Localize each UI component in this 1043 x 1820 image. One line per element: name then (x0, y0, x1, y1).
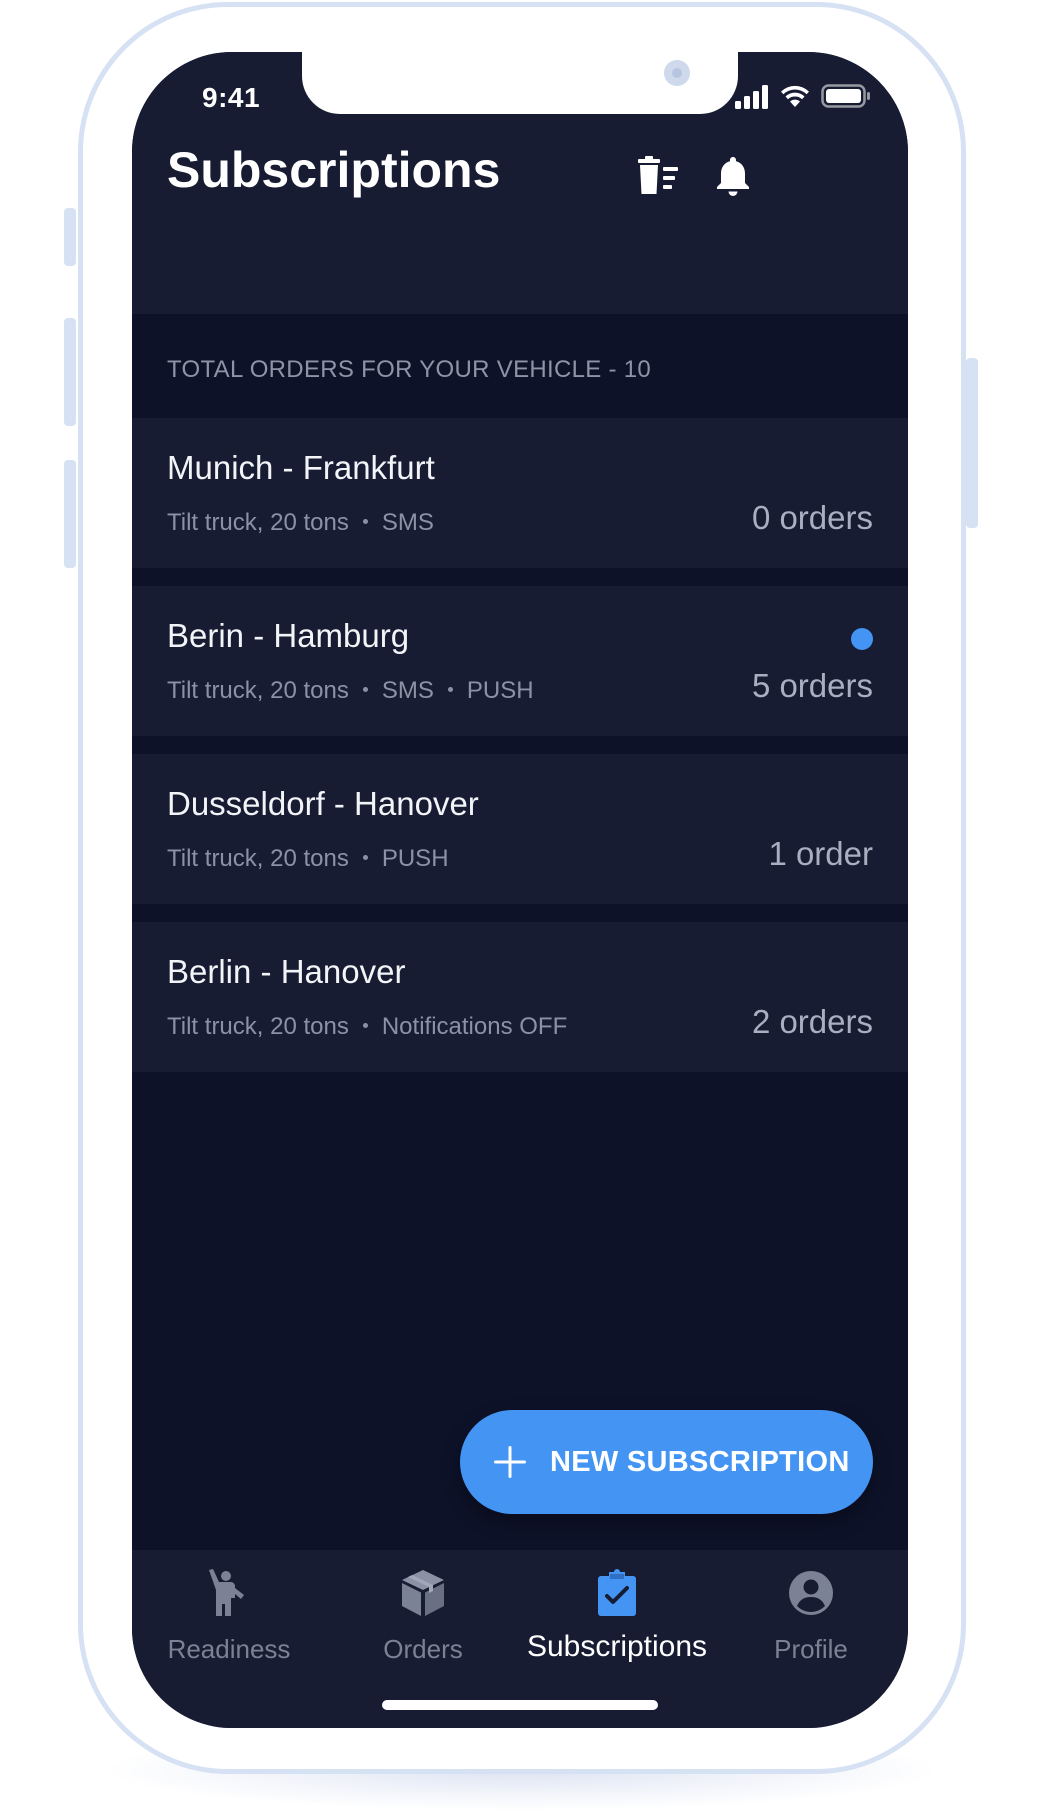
subscription-vehicle: Tilt truck, 20 tons (167, 677, 349, 704)
device-notch (302, 52, 738, 114)
subscription-route: Dusseldorf - Hanover (167, 785, 479, 822)
subscription-vehicle: Tilt truck, 20 tons (167, 845, 349, 872)
subscription-route: Berlin - Hanover (167, 953, 406, 990)
plus-icon (494, 1446, 526, 1478)
box-icon (402, 1570, 444, 1616)
subscription-order-count: 2 orders (751, 1003, 873, 1040)
subscription-card[interactable]: Berlin - Hanover Tilt truck, 20 tons Noti… (132, 922, 908, 1072)
total-orders-text: TOTAL ORDERS FOR YOUR VEHICLE - 10 (167, 356, 652, 383)
app-header: Subscriptions (132, 132, 908, 314)
status-bar: 9:41 (132, 52, 908, 132)
phone-mute-switch (64, 208, 76, 266)
nav-label: Orders (383, 1634, 463, 1664)
subscription-card[interactable]: Dusseldorf - Hanover Tilt truck, 20 tons… (132, 754, 908, 904)
front-camera (664, 60, 690, 86)
subscription-route: Munich - Frankfurt (167, 449, 435, 486)
nav-item-readiness[interactable]: Readiness (132, 1550, 326, 1680)
bell-icon (717, 157, 749, 196)
subscription-card[interactable]: Munich - Frankfurt Tilt truck, 20 tons SM… (132, 418, 908, 568)
person-waving-icon (209, 1569, 244, 1616)
subscription-channel: PUSH (466, 677, 534, 704)
subscription-vehicle: Tilt truck, 20 tons (167, 509, 349, 536)
nav-item-orders[interactable]: Orders (326, 1550, 520, 1680)
subscription-channel: SMS (381, 509, 434, 536)
separator-dot (447, 687, 453, 693)
notifications-button[interactable] (707, 150, 759, 202)
subscription-order-count: 0 orders (751, 499, 873, 536)
subscription-vehicle: Tilt truck, 20 tons (167, 1013, 349, 1040)
subscription-meta: Tilt truck, 20 tons SMS PUSH (167, 676, 534, 706)
clipboard-check-icon (598, 1569, 636, 1616)
battery-icon (821, 84, 870, 108)
nav-item-subscriptions[interactable]: Subscriptions (520, 1550, 714, 1680)
subscription-meta: Tilt truck, 20 tons PUSH (167, 844, 449, 874)
phone-screen: 9:41 Subscriptions TOTAL ORDERS FOR YOUR… (132, 52, 908, 1728)
subscription-route: Berin - Hamburg (167, 617, 410, 654)
nav-label: Subscriptions (526, 1630, 708, 1663)
subscription-order-count: 1 order (768, 835, 873, 872)
home-indicator[interactable] (382, 1700, 658, 1710)
subscription-order-count: 5 orders (751, 667, 873, 704)
subscription-meta: Tilt truck, 20 tons SMS (167, 508, 434, 538)
separator-dot (362, 687, 368, 693)
nav-label: Profile (774, 1634, 848, 1664)
phone-power-button (966, 358, 978, 528)
page-title: Subscriptions (167, 142, 501, 198)
unread-indicator (851, 628, 873, 650)
status-time: 9:41 (202, 82, 261, 113)
wifi-icon (781, 85, 809, 107)
clear-all-button[interactable] (632, 150, 684, 202)
separator-dot (362, 519, 368, 525)
separator-dot (362, 855, 368, 861)
signal-icon (735, 85, 768, 109)
phone-volume-down-button (64, 460, 76, 568)
subscription-meta: Tilt truck, 20 tons Notifications OFF (167, 1012, 567, 1042)
separator-dot (362, 1023, 368, 1029)
subscription-channel: SMS (381, 677, 434, 704)
subscription-channel: PUSH (381, 845, 449, 872)
subscription-card[interactable]: Berin - Hamburg Tilt truck, 20 tons SMS PU… (132, 586, 908, 736)
new-subscription-button[interactable]: NEW SUBSCRIPTION (460, 1410, 873, 1514)
nav-item-profile[interactable]: Profile (714, 1550, 908, 1680)
status-icons (735, 83, 883, 111)
total-orders-banner: TOTAL ORDERS FOR YOUR VEHICLE - 10 (132, 314, 908, 418)
new-subscription-label: NEW SUBSCRIPTION (550, 1446, 850, 1478)
subscription-channel: Notifications OFF (381, 1013, 568, 1040)
phone-volume-up-button (64, 318, 76, 426)
account-circle-icon (789, 1571, 833, 1615)
nav-label: Readiness (167, 1634, 291, 1664)
clear-all-icon (638, 156, 678, 194)
